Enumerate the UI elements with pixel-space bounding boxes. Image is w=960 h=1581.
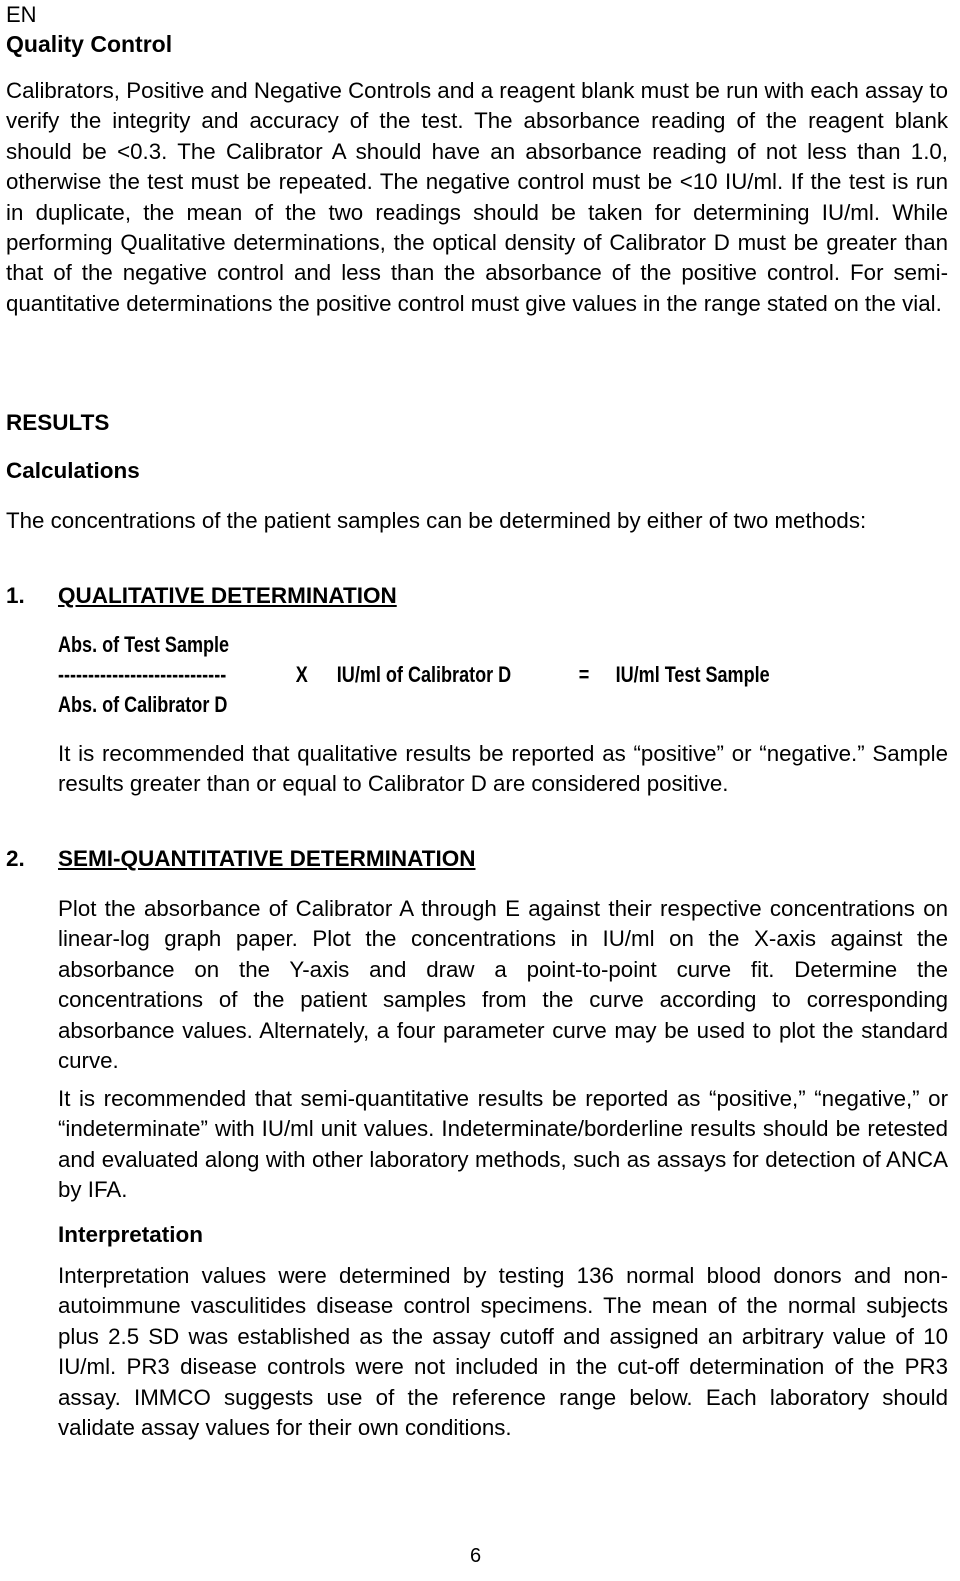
formula-result: IU/ml Test Sample — [615, 662, 770, 687]
language-code: EN — [6, 2, 37, 27]
heading-semi-quantitative-determination: 2. SEMI-QUANTITATIVE DETERMINATION — [6, 846, 475, 872]
calculations-intro: The concentrations of the patient sample… — [6, 508, 867, 533]
formula-denominator-row: Abs. of Calibrator D — [58, 690, 229, 720]
qualitative-formula: Abs. of Test Sample --------------------… — [58, 630, 770, 720]
page-number: 6 — [470, 1545, 482, 1567]
formula-fraction-line: ---------------------------- — [58, 662, 227, 687]
quality-control-paragraph: Calibrators, Positive and Negative Contr… — [6, 78, 948, 316]
section-heading-results: RESULTS — [6, 410, 110, 435]
heading-text: QUALITATIVE DETERMINATION — [58, 583, 397, 608]
formula-multiplier: IU/ml of Calibrator D — [336, 662, 512, 687]
semi-quantitative-paragraph-1: Plot the absorbance of Calibrator A thro… — [58, 896, 948, 1074]
qualitative-note: It is recommended that qualitative resul… — [58, 741, 948, 797]
section-heading-quality-control: Quality Control — [6, 31, 173, 57]
heading-number: 1. — [6, 583, 25, 608]
subheading-calculations: Calculations — [6, 458, 140, 483]
formula-numerator-row: Abs. of Test Sample — [58, 630, 229, 660]
formula-denominator: Abs. of Calibrator D — [58, 692, 228, 717]
subheading-interpretation: Interpretation — [58, 1222, 204, 1247]
formula-numerator: Abs. of Test Sample — [58, 632, 230, 657]
formula-equals-sign: = — [578, 662, 590, 687]
interpretation-paragraph: Interpretation values were determined by… — [58, 1263, 948, 1441]
formula-times-sign: X — [295, 662, 308, 687]
heading-qualitative-determination: 1. QUALITATIVE DETERMINATION — [6, 583, 397, 609]
semi-quantitative-paragraph-2: It is recommended that semi-quantitative… — [58, 1086, 948, 1203]
heading-text: SEMI-QUANTITATIVE DETERMINATION — [58, 846, 476, 871]
formula-middle-row: ---------------------------- X IU/ml of … — [58, 660, 770, 690]
heading-number: 2. — [6, 846, 25, 871]
